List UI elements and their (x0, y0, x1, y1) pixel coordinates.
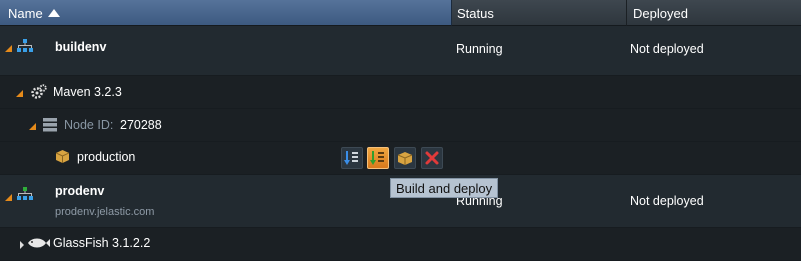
server-row-glassfish[interactable]: GlassFish 3.1.2.2 (0, 228, 801, 261)
deploy-icon (397, 152, 413, 165)
sort-ascending-icon (48, 9, 60, 17)
column-header-deployed-label: Deployed (633, 6, 688, 21)
deploy-button[interactable] (394, 147, 416, 169)
project-name: production (77, 150, 136, 164)
column-header-status-label: Status (457, 6, 494, 21)
expand-icon[interactable] (20, 241, 24, 249)
delete-button[interactable] (421, 147, 443, 169)
column-header-name-label: Name (8, 6, 43, 21)
environment-icon (17, 187, 33, 200)
build-icon (344, 151, 358, 165)
delete-icon (425, 151, 439, 165)
environment-status: Running (456, 42, 503, 56)
gear-icon (31, 84, 47, 99)
node-row[interactable]: Node ID: 270288 (0, 109, 801, 142)
tooltip: Build and deploy (390, 178, 499, 198)
column-header-name[interactable]: Name (0, 0, 452, 26)
environment-name[interactable]: buildenv (55, 40, 106, 54)
collapse-icon[interactable] (16, 90, 23, 97)
build-and-deploy-icon (370, 151, 384, 165)
collapse-icon[interactable] (5, 45, 12, 52)
server-node-icon (43, 118, 57, 132)
environment-domain[interactable]: prodenv.jelastic.com (55, 206, 154, 218)
build-button[interactable] (341, 147, 363, 169)
node-id-label: Node ID: (64, 118, 114, 132)
environment-deployed: Not deployed (630, 42, 704, 56)
environment-row-buildenv[interactable]: buildenv Running Not deployed (0, 26, 801, 76)
build-and-deploy-button[interactable] (367, 147, 389, 169)
glassfish-icon (28, 238, 50, 248)
node-id-value: 270288 (120, 118, 162, 132)
package-icon (56, 150, 69, 163)
environment-deployed: Not deployed (630, 194, 704, 208)
server-row-maven[interactable]: Maven 3.2.3 (0, 76, 801, 109)
column-header-deployed[interactable]: Deployed (627, 0, 801, 26)
collapse-icon[interactable] (5, 194, 12, 201)
collapse-icon[interactable] (29, 123, 36, 130)
server-name: Maven 3.2.3 (53, 85, 122, 99)
server-name: GlassFish 3.1.2.2 (53, 236, 151, 250)
column-header-status[interactable]: Status (452, 0, 627, 26)
environment-name[interactable]: prodenv (55, 184, 104, 198)
environment-icon (17, 39, 33, 52)
